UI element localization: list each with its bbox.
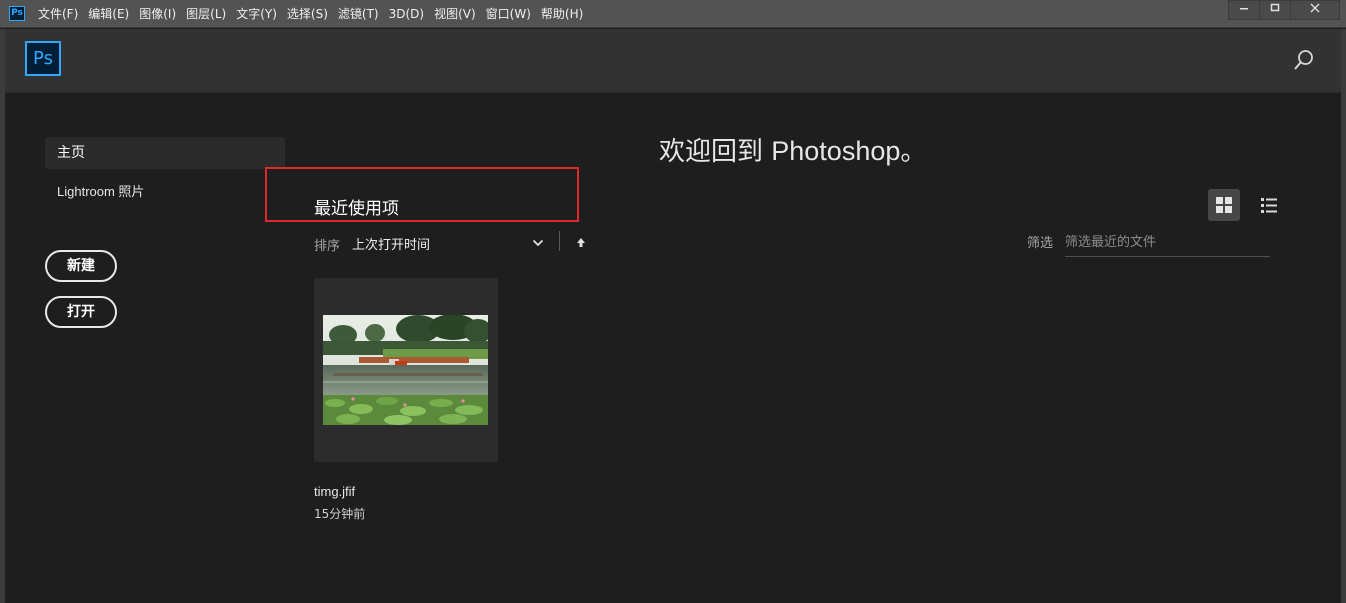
home-header: Ps: [5, 29, 1341, 93]
home-screen: 主页 Lightroom 照片 新建 打开 欢迎回到 Photoshop。 最近…: [5, 94, 1341, 603]
sort-dropdown-toggle[interactable]: [531, 235, 545, 249]
menu-filter[interactable]: 滤镜(T): [338, 0, 379, 28]
filter-label: 筛选: [1027, 236, 1054, 251]
list-view-button[interactable]: [1253, 189, 1285, 221]
menu-view[interactable]: 视图(V): [434, 0, 476, 28]
photoshop-app-icon[interactable]: Ps: [9, 6, 25, 21]
sort-dropdown[interactable]: 上次打开时间: [352, 234, 430, 253]
new-button[interactable]: 新建: [45, 250, 117, 282]
chevron-down-icon: [532, 239, 544, 247]
menu-type[interactable]: 文字(Y): [236, 0, 277, 28]
menu-select[interactable]: 选择(S): [287, 0, 328, 28]
sidebar-item-lightroom[interactable]: Lightroom 照片: [57, 181, 144, 200]
frame-border-right: [1341, 29, 1346, 603]
recent-section-title: 最近使用项: [314, 199, 399, 219]
sort-divider: [559, 231, 560, 251]
menu-file[interactable]: 文件(F): [38, 0, 78, 28]
search-button[interactable]: [1293, 49, 1315, 71]
minimize-icon: [1240, 8, 1248, 10]
lake-landscape-image: [323, 315, 488, 425]
open-button[interactable]: 打开: [45, 296, 117, 328]
maximize-button[interactable]: [1259, 0, 1291, 20]
welcome-prefix: 欢迎回到: [659, 137, 772, 167]
grid-view-button[interactable]: [1208, 189, 1240, 221]
minimize-button[interactable]: [1228, 0, 1260, 20]
sort-label: 排序: [314, 239, 341, 254]
menu-items: 文件(F) 编辑(E) 图像(I) 图层(L) 文字(Y) 选择(S) 滤镜(T…: [38, 0, 593, 28]
arrow-up-icon: [577, 238, 585, 247]
file-name[interactable]: timg.jfif: [314, 484, 355, 499]
file-time: 15分钟前: [314, 507, 366, 521]
window-controls: [1228, 0, 1340, 20]
search-icon: [1294, 50, 1313, 70]
grid-icon: [1216, 197, 1232, 213]
filter-input[interactable]: [1065, 228, 1270, 257]
sort-direction-button[interactable]: [575, 235, 587, 249]
welcome-app-name: Photoshop: [771, 136, 901, 166]
menu-bar: Ps 文件(F) 编辑(E) 图像(I) 图层(L) 文字(Y) 选择(S) 滤…: [0, 0, 1346, 28]
welcome-heading: 欢迎回到 Photoshop。: [659, 131, 926, 168]
menu-image[interactable]: 图像(I): [139, 0, 176, 28]
photoshop-logo: Ps: [25, 41, 61, 76]
sidebar-item-home[interactable]: 主页: [45, 137, 285, 169]
welcome-suffix: 。: [900, 137, 927, 167]
menu-3d[interactable]: 3D(D): [389, 0, 424, 28]
menu-help[interactable]: 帮助(H): [541, 0, 583, 28]
close-icon: [1310, 3, 1320, 13]
highlight-frame: [265, 167, 579, 222]
maximize-icon: [1270, 3, 1280, 12]
recent-file-card[interactable]: [314, 278, 498, 462]
menu-edit[interactable]: 编辑(E): [88, 0, 129, 28]
menu-window[interactable]: 窗口(W): [486, 0, 531, 28]
close-button[interactable]: [1290, 0, 1340, 20]
menu-layer[interactable]: 图层(L): [186, 0, 226, 28]
list-icon: [1261, 198, 1277, 213]
file-thumbnail: [323, 315, 488, 425]
